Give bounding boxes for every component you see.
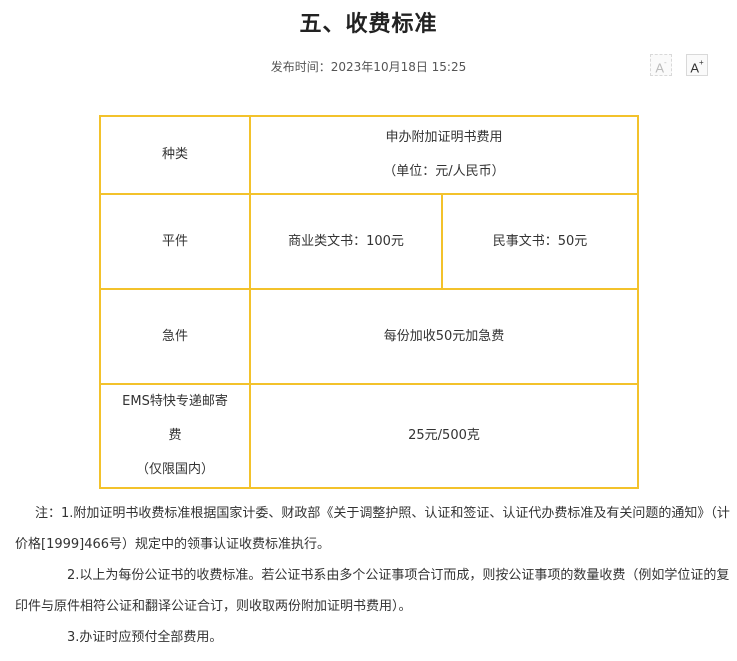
ems-label-line1: EMS特快专递邮寄 [122, 394, 228, 409]
publish-time: 2023年10月18日 15:25 [330, 60, 467, 74]
publish-meta: 发布时间：2023年10月18日 15:25 [0, 58, 737, 75]
table-row: EMS特快专递邮寄 费 （仅限国内） 25元/500克 [99, 383, 639, 489]
row-label-ems: EMS特快专递邮寄 费 （仅限国内） [99, 383, 251, 489]
urgent-fee: 每份加收50元加急费 [249, 288, 639, 385]
publish-label: 发布时间： [270, 60, 331, 74]
ems-fee: 25元/500克 [249, 383, 639, 489]
row-label-urgent: 急件 [99, 288, 251, 385]
table-row: 平件 商业类文书：100元 民事文书：50元 [99, 193, 639, 290]
font-increase-sign: + [699, 58, 704, 67]
category-header: 种类 [99, 115, 251, 195]
font-decrease-sign: - [664, 58, 667, 67]
fee-header: 申办附加证明书费用 （单位：元/人民币） [249, 115, 639, 195]
fee-header-unit: （单位：元/人民币） [383, 164, 505, 179]
font-increase-letter: A [690, 60, 699, 76]
notes: 注：1.附加证明书收费标准根据国家计委、财政部《关于调整护照、认证和签证、认证代… [15, 498, 730, 653]
font-decrease-letter: A [655, 60, 664, 76]
row-label-ordinary: 平件 [99, 193, 251, 290]
font-decrease-button[interactable]: A- [650, 54, 672, 76]
ems-label-line2: 费 [168, 428, 182, 443]
note-3: 3.办证时应预付全部费用。 [67, 630, 223, 645]
civil-fee: 民事文书：50元 [441, 193, 639, 290]
commercial-fee: 商业类文书：100元 [249, 193, 443, 290]
table-row: 急件 每份加收50元加急费 [99, 288, 639, 385]
page-title: 五、收费标准 [299, 11, 438, 37]
note-1: 注：1.附加证明书收费标准根据国家计委、财政部《关于调整护照、认证和签证、认证代… [15, 506, 730, 552]
table-row: 种类 申办附加证明书费用 （单位：元/人民币） [99, 115, 639, 195]
fee-header-title: 申办附加证明书费用 [385, 130, 503, 145]
fee-table: 种类 申办附加证明书费用 （单位：元/人民币） 平件 商业类文书：100元 民事… [99, 115, 639, 489]
note-2: 2.以上为每份公证书的收费标准。若公证书系由多个公证事项合订而成，则按公证事项的… [15, 568, 730, 614]
font-increase-button[interactable]: A+ [686, 54, 708, 76]
ems-label-line3: （仅限国内） [135, 462, 214, 477]
